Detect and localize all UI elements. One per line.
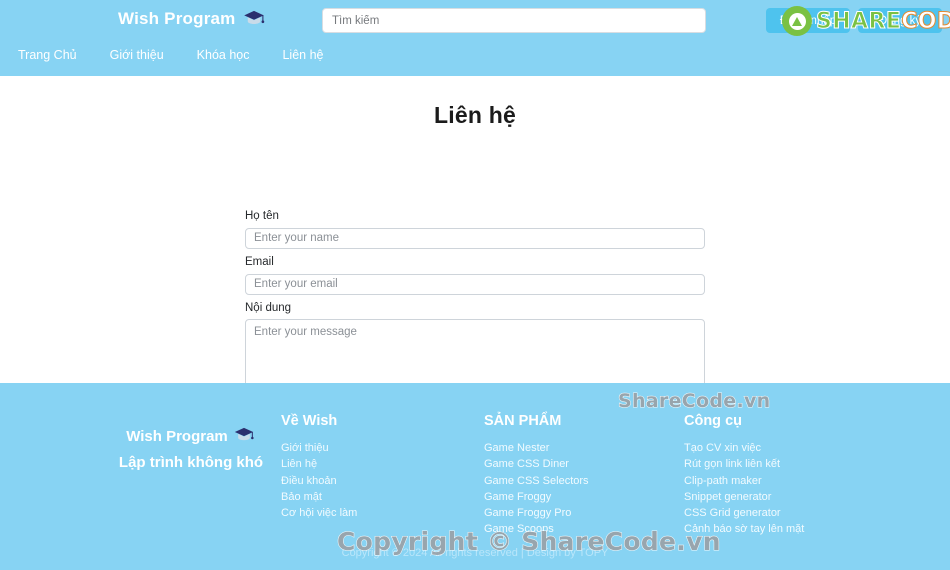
footer-brand: Wish Program Lập trình không khó bbox=[96, 425, 286, 471]
sharecode-recycle-icon bbox=[782, 6, 812, 36]
main-navigation: Trang Chủ Giới thiệu Khóa học Liên hệ bbox=[0, 44, 341, 66]
graduation-cap-icon bbox=[234, 427, 256, 443]
footer-link[interactable]: Game Scoops bbox=[484, 523, 589, 535]
footer-column-title: Công cụ bbox=[684, 413, 742, 429]
footer-link[interactable]: Game Nester bbox=[484, 442, 589, 454]
sharecode-logo-code: CODE bbox=[901, 8, 950, 34]
message-field-label: Nội dung bbox=[245, 301, 292, 314]
footer-link[interactable]: Clip-path maker bbox=[684, 475, 804, 487]
nav-item-lien-he[interactable]: Liên hệ bbox=[282, 44, 340, 66]
footer-column-cong-cu: Công cụ Tạo CV xin việc Rút gọn link liê… bbox=[684, 413, 804, 540]
footer-link[interactable]: Tạo CV xin việc bbox=[684, 442, 804, 454]
nav-item-trang-chu[interactable]: Trang Chủ bbox=[18, 44, 94, 66]
footer-link[interactable]: Game Froggy bbox=[484, 491, 589, 503]
name-input[interactable] bbox=[245, 227, 705, 249]
sharecode-logo-text: SHARECODE.vn bbox=[815, 8, 950, 34]
footer-link[interactable]: Cảnh báo sờ tay lên mặt bbox=[684, 523, 804, 535]
graduation-cap-icon bbox=[243, 10, 265, 26]
footer-link[interactable]: Giới thiệu bbox=[281, 442, 357, 454]
footer-link[interactable]: CSS Grid generator bbox=[684, 507, 804, 519]
footer-link[interactable]: Liên hệ bbox=[281, 458, 357, 470]
footer-column-ve-wish: Về Wish Giới thiệu Liên hệ Điều khoản Bả… bbox=[281, 413, 357, 523]
nav-item-khoa-hoc[interactable]: Khóa học bbox=[197, 44, 267, 66]
footer-link[interactable]: Điều khoản bbox=[281, 475, 357, 487]
copyright-text: Copyright © 2024 All rights reserved | D… bbox=[341, 547, 609, 559]
name-field-label: Họ tên bbox=[245, 210, 279, 222]
footer-brand-tagline: Lập trình không khó bbox=[118, 454, 264, 471]
nav-item-gioi-thieu[interactable]: Giới thiệu bbox=[110, 44, 181, 66]
email-field-label: Email bbox=[245, 255, 274, 268]
footer-link[interactable]: Snippet generator bbox=[684, 491, 804, 503]
site-brand[interactable]: Wish Program bbox=[118, 8, 265, 29]
page-root: Wish Program Đăng nhập Đăng ký Trang Chủ bbox=[0, 0, 950, 570]
footer-brand-label: Wish Program bbox=[126, 428, 228, 445]
email-input[interactable] bbox=[245, 273, 705, 295]
main-content: Liên hệ Họ tên Email Nội dung Gửi bbox=[0, 76, 950, 443]
footer-column-title: Về Wish bbox=[281, 413, 338, 429]
page-title: Liên hệ bbox=[434, 102, 516, 128]
footer-link[interactable]: Game CSS Diner bbox=[484, 458, 589, 470]
footer-link[interactable]: Game CSS Selectors bbox=[484, 475, 589, 487]
footer-link[interactable]: Rút gọn link liên kết bbox=[684, 458, 804, 470]
footer-link[interactable]: Cơ hội việc làm bbox=[281, 507, 357, 519]
footer-link[interactable]: Game Froggy Pro bbox=[484, 507, 589, 519]
footer-column-san-pham: SẢN PHẨM Game Nester Game CSS Diner Game… bbox=[484, 413, 589, 540]
site-brand-label: Wish Program bbox=[118, 9, 236, 28]
footer-columns: Wish Program Lập trình không khó Về Wish… bbox=[0, 383, 950, 535]
footer-brand-title: Wish Program bbox=[96, 425, 286, 445]
site-footer: Wish Program Lập trình không khó Về Wish… bbox=[0, 383, 950, 570]
footer-link[interactable]: Bảo mật bbox=[281, 491, 357, 503]
sharecode-logo-watermark: SHARECODE.vn bbox=[782, 6, 950, 36]
footer-column-title: SẢN PHẨM bbox=[484, 413, 562, 429]
search-input[interactable] bbox=[322, 8, 706, 33]
sharecode-logo-share: SHARE bbox=[815, 8, 902, 34]
